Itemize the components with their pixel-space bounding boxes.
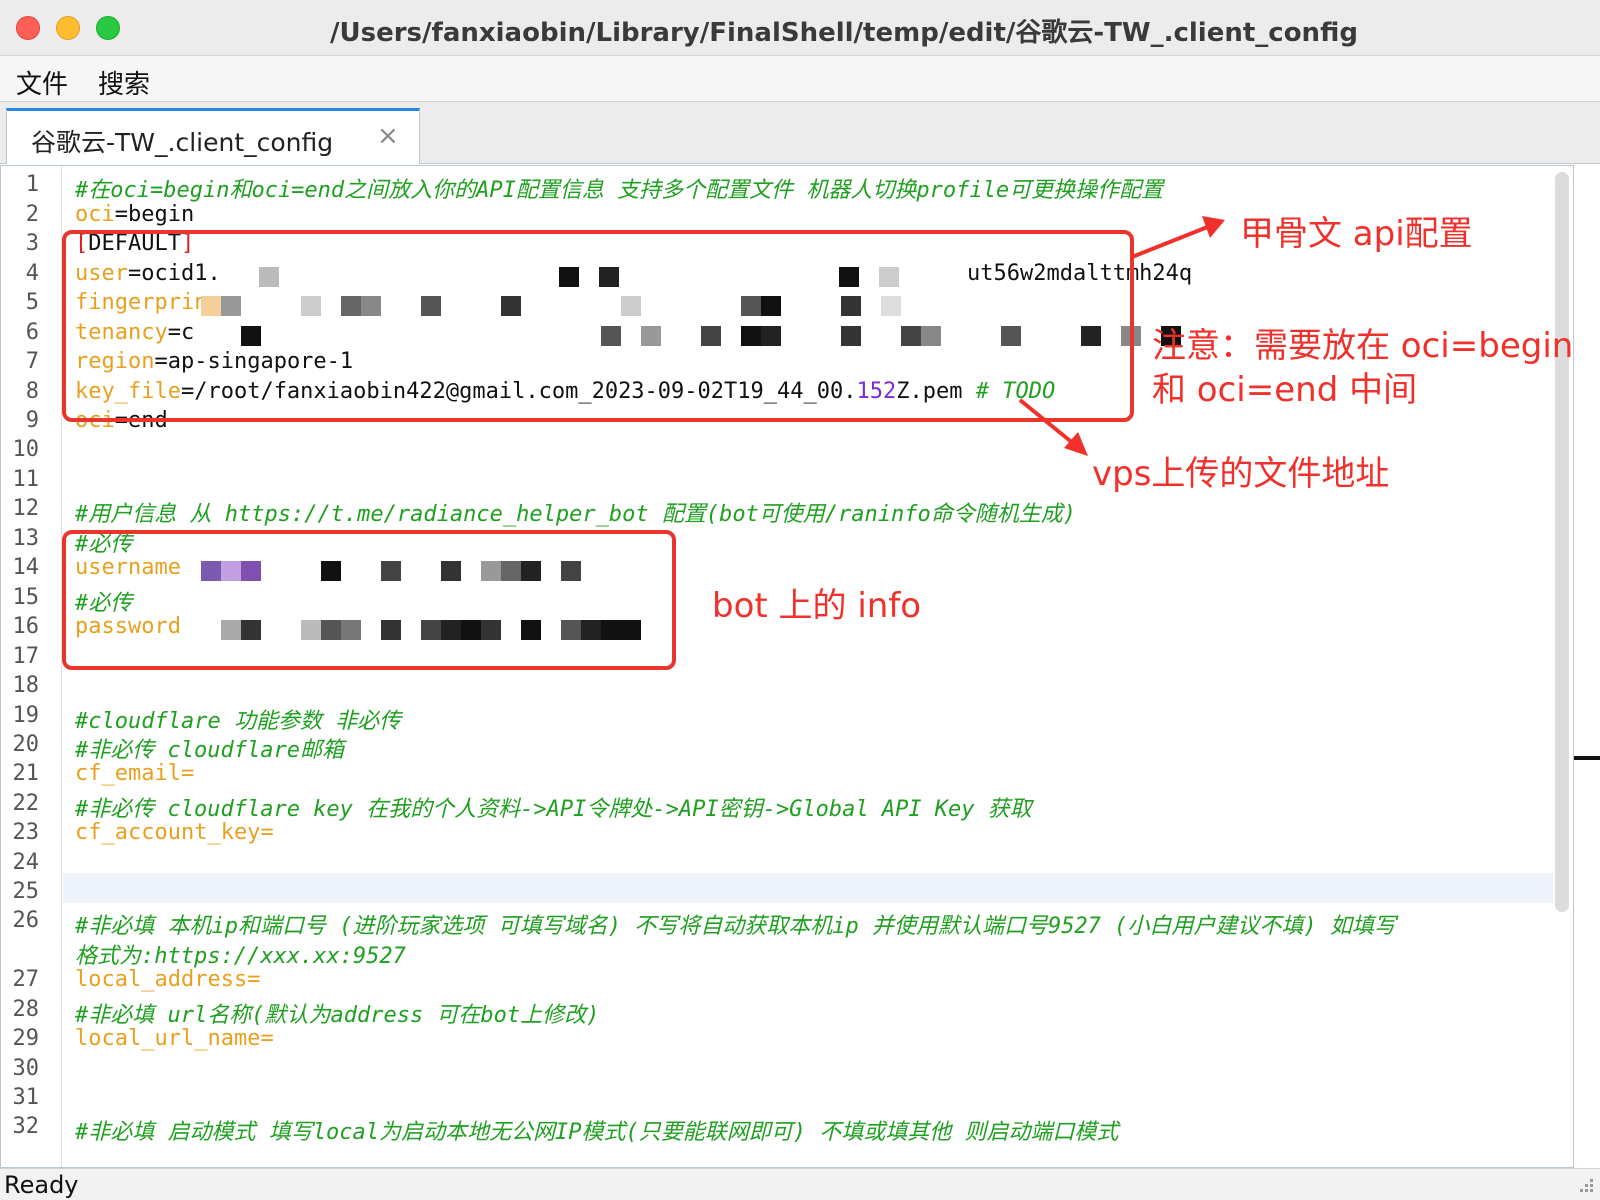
code-line-12: #用户信息 从 https://t.me/radiance_helper_bot…: [75, 502, 1077, 527]
line-number: 5: [25, 290, 39, 315]
status-bar: Ready: [0, 1168, 1600, 1200]
scroll-marker: [1574, 756, 1600, 760]
line-number: 1: [25, 172, 39, 197]
annotation-box-bot-info: [62, 530, 676, 670]
annotation-arrow-vps: [1018, 398, 1088, 456]
maximize-window-button[interactable]: [96, 16, 120, 40]
config-value: begin: [128, 202, 195, 227]
annotation-bot-info: bot 上的 info: [712, 586, 922, 626]
line-number: 7: [25, 349, 39, 374]
code-line-20: #非必传 cloudflare邮箱: [75, 738, 344, 763]
line-number: 25: [12, 879, 40, 904]
line-number: 4: [25, 261, 39, 286]
annotation-arrow-api: [1131, 216, 1225, 259]
code-line-26-wrap: 格式为:https://xxx.xx:9527: [75, 944, 406, 969]
menu-search[interactable]: 搜索: [98, 64, 150, 101]
line-number: 30: [12, 1056, 40, 1081]
current-line-highlight: [63, 873, 1553, 903]
line-number: 29: [12, 1026, 40, 1051]
config-key: cf_email: [75, 761, 181, 786]
code-line-2: oci=begin: [75, 202, 194, 227]
resize-grip-icon[interactable]: [1578, 1177, 1594, 1193]
menu-file[interactable]: 文件: [16, 64, 68, 101]
equals-sign: =: [180, 761, 195, 786]
vertical-scrollbar[interactable]: [1555, 172, 1569, 912]
line-number: 15: [12, 585, 40, 610]
line-number: 18: [12, 673, 40, 698]
line-number: 12: [12, 496, 40, 521]
code-line-19: #cloudflare 功能参数 非必传: [75, 709, 402, 734]
config-key: local_url_name: [75, 1026, 261, 1051]
equals-sign: =: [260, 820, 274, 845]
line-number: 22: [12, 791, 40, 816]
line-number: 32: [12, 1114, 40, 1139]
line-number: 19: [12, 703, 40, 728]
line-number: 2: [25, 202, 39, 227]
tab-label: 谷歌云-TW_.client_config: [31, 128, 334, 157]
close-tab-icon[interactable]: ×: [377, 121, 399, 151]
annotation-vps-file: vps上传的文件地址: [1092, 454, 1390, 494]
code-line-27: local_address=: [75, 967, 260, 992]
code-line-23: cf_account_key=: [75, 820, 274, 845]
close-window-button[interactable]: [16, 16, 40, 40]
code-line-21: cf_email=: [75, 761, 194, 786]
code-line-26: #非必填 本机ip和端口号 (进阶玩家选项 可填写域名) 不写将自动获取本机ip…: [75, 914, 1396, 939]
code-line-28: #非必填 url名称(默认为address 可在bot上修改): [75, 1003, 600, 1028]
tab-client-config[interactable]: 谷歌云-TW_.client_config ×: [6, 108, 420, 164]
line-number: 23: [12, 820, 40, 845]
code-line-22: #非必传 cloudflare key 在我的个人资料->API令牌处->API…: [75, 797, 1032, 822]
menu-bar: 文件 搜索: [0, 56, 1600, 102]
annotation-api-config: 甲骨文 api配置: [1240, 214, 1473, 254]
line-number: 26: [12, 908, 40, 933]
config-key: oci: [75, 202, 115, 227]
annotation-box-api-config: [62, 230, 1134, 422]
minimize-window-button[interactable]: [56, 16, 80, 40]
config-key: cf_account_key: [75, 820, 261, 845]
window-title: /Users/fanxiaobin/Library/FinalShell/tem…: [330, 18, 1358, 48]
line-number: 9: [25, 408, 39, 433]
code-line-29: local_url_name=: [75, 1026, 274, 1051]
equals-sign: =: [114, 202, 128, 227]
line-number: 11: [12, 467, 40, 492]
annotation-note-line2: 和 oci=end 中间: [1152, 370, 1418, 410]
line-number: 28: [12, 997, 40, 1022]
line-number: 27: [12, 967, 40, 992]
line-number: 3: [25, 231, 39, 256]
status-text: Ready: [4, 1171, 79, 1199]
annotation-note-line1: 注意：需要放在 oci=begin: [1152, 326, 1574, 366]
line-number: 16: [12, 614, 40, 639]
line-number: 14: [12, 555, 40, 580]
code-line-1: #在oci=begin和oci=end之间放入你的API配置信息 支持多个配置文…: [75, 178, 1164, 203]
line-number: 21: [12, 761, 40, 786]
line-number-gutter: 1 2 3 4 5 6 7 8 9 10 11 12 13 14 15 16 1…: [1, 166, 62, 1167]
line-number: 6: [25, 320, 39, 345]
line-number: 24: [12, 850, 40, 875]
title-bar: /Users/fanxiaobin/Library/FinalShell/tem…: [0, 0, 1600, 56]
line-number: 20: [12, 732, 40, 757]
line-number: 10: [12, 437, 40, 462]
line-number: 8: [25, 379, 39, 404]
line-number: 31: [12, 1085, 40, 1110]
tab-bar: 谷歌云-TW_.client_config ×: [0, 102, 1600, 164]
line-number: 17: [12, 644, 40, 669]
config-key: local_address: [75, 967, 248, 992]
line-number: 13: [12, 526, 40, 551]
equals-sign: =: [247, 967, 261, 992]
code-line-32: #非必填 启动模式 填写local为启动本地无公网IP模式(只要能联网即可) 不…: [75, 1120, 1119, 1145]
equals-sign: =: [260, 1026, 274, 1051]
